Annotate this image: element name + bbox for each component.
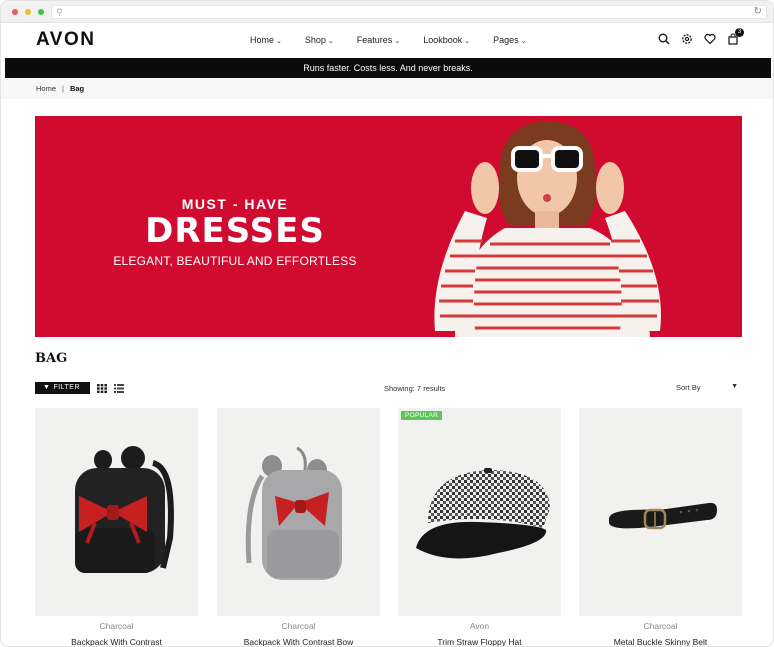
nav-label: Home	[250, 35, 275, 45]
chevron-down-icon: ⌄	[520, 38, 527, 45]
breadcrumb-bar: Home | Bag	[1, 78, 773, 99]
chevron-down-icon: ⌄	[464, 38, 471, 45]
product-card[interactable]: Charcoal Backpack With Contrast Bow	[217, 408, 380, 646]
backpack-grey-image	[245, 446, 342, 580]
promo-banner[interactable]: MUST - HAVE DRESSES ELEGANT, BEAUTIFUL A…	[35, 116, 742, 337]
list-view-icon[interactable]	[114, 384, 124, 393]
nav-item-shop[interactable]: Shop ⌄	[305, 35, 334, 45]
browser-toolbar: ⚲ ↻	[1, 1, 773, 23]
banner-text: MUST - HAVE DRESSES ELEGANT, BEAUTIFUL A…	[35, 116, 435, 337]
reload-icon[interactable]: ↻	[754, 6, 762, 18]
sort-dropdown[interactable]: Sort By ▼	[676, 383, 742, 394]
belt-image	[609, 502, 717, 530]
product-image[interactable]: POPULAR	[398, 408, 561, 616]
filter-button[interactable]: ▼ FILTER	[35, 382, 90, 394]
heart-icon[interactable]	[704, 32, 716, 46]
search-icon[interactable]	[658, 32, 670, 46]
nav-item-lookbook[interactable]: Lookbook ⌄	[423, 35, 470, 45]
main-nav: Home ⌄ Shop ⌄ Features ⌄ Lookbook ⌄ Pages ⌄	[250, 35, 550, 45]
product-vendor: Charcoal	[643, 621, 678, 631]
close-window-button[interactable]	[12, 9, 18, 15]
banner-headline: DRESSES	[145, 211, 325, 251]
filter-icon: ▼	[43, 384, 51, 391]
product-card[interactable]: Charcoal Metal Buckle Skinny Belt	[579, 408, 742, 646]
product-vendor: Charcoal	[281, 621, 316, 631]
announcement-bar: Runs faster. Costs less. And never break…	[5, 58, 771, 78]
results-count: Showing: 7 results	[384, 384, 446, 393]
product-image[interactable]	[217, 408, 380, 616]
nav-label: Lookbook	[423, 35, 463, 45]
product-image[interactable]	[35, 408, 198, 616]
search-icon: ⚲	[56, 7, 63, 17]
banner-subtitle: ELEGANT, BEAUTIFUL AND EFFORTLESS	[113, 254, 357, 268]
product-image[interactable]	[579, 408, 742, 616]
site-logo[interactable]: AVON	[36, 29, 95, 51]
product-title[interactable]: Trim Straw Floppy Hat	[398, 637, 561, 646]
filter-label: FILTER	[53, 384, 81, 391]
minimize-window-button[interactable]	[25, 9, 31, 15]
product-title[interactable]: Backpack With Contrast	[35, 637, 198, 646]
category-title: BAG	[35, 351, 68, 366]
product-card[interactable]: POPULAR Avon Trim Straw Floppy Hat	[398, 408, 561, 646]
nav-item-home[interactable]: Home ⌄	[250, 35, 282, 45]
browser-window: ⚲ ↻ AVON Home ⌄ Shop ⌄ Features ⌄ Lookbook ⌄…	[0, 0, 774, 647]
grid-view-icon[interactable]	[97, 384, 107, 393]
site-header: AVON Home ⌄ Shop ⌄ Features ⌄ Lookbook ⌄ Pag…	[1, 23, 773, 58]
nav-label: Pages	[493, 35, 519, 45]
chevron-down-icon: ⌄	[327, 38, 334, 45]
product-vendor: Avon	[469, 621, 490, 631]
cart-count-badge: 3	[735, 28, 744, 37]
chevron-down-icon: ⌄	[394, 38, 401, 45]
model-photo	[434, 121, 661, 337]
product-title[interactable]: Metal Buckle Skinny Belt	[579, 637, 742, 646]
product-card[interactable]: Charcoal Backpack With Contrast	[35, 408, 198, 646]
breadcrumb-home-link[interactable]: Home	[36, 84, 56, 93]
cart-icon[interactable]: 3	[727, 28, 744, 46]
cap-image	[416, 468, 550, 559]
nav-item-pages[interactable]: Pages ⌄	[493, 35, 526, 45]
backpack-black-image	[75, 446, 174, 573]
gear-icon[interactable]	[681, 32, 693, 46]
breadcrumb: Home | Bag	[36, 84, 84, 93]
sort-label: Sort By	[676, 383, 701, 392]
product-vendor: Charcoal	[99, 621, 134, 631]
banner-eyebrow: MUST - HAVE	[181, 196, 289, 212]
breadcrumb-current: Bag	[69, 84, 85, 93]
nav-item-features[interactable]: Features ⌄	[357, 35, 400, 45]
maximize-window-button[interactable]	[38, 9, 44, 15]
product-title[interactable]: Backpack With Contrast Bow	[217, 637, 380, 646]
caret-down-icon: ▼	[731, 383, 738, 390]
breadcrumb-separator: |	[62, 84, 64, 93]
chevron-down-icon: ⌄	[276, 38, 282, 45]
header-actions: 3	[658, 28, 744, 46]
address-bar[interactable]: ⚲ ↻	[51, 5, 767, 19]
nav-label: Shop	[304, 35, 326, 45]
nav-label: Features	[356, 35, 393, 45]
popular-badge: POPULAR	[401, 411, 443, 420]
